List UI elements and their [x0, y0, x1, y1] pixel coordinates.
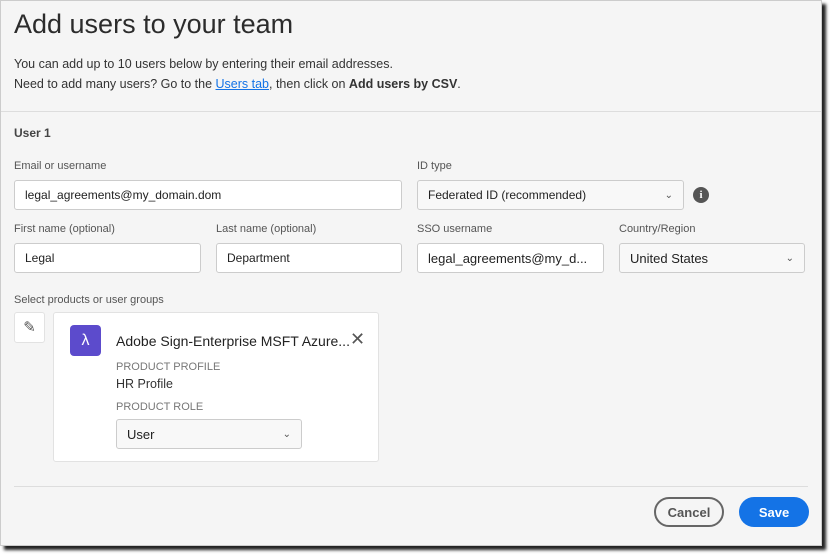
last-name-field[interactable]: Department: [216, 243, 402, 273]
products-label: Select products or user groups: [14, 294, 164, 306]
cancel-button[interactable]: Cancel: [654, 497, 724, 527]
intro-text: You can add up to 10 users below by ente…: [14, 57, 461, 91]
last-name-label: Last name (optional): [216, 223, 317, 235]
product-card: λ Adobe Sign-Enterprise MSFT Azure... ✕ …: [53, 312, 379, 462]
chevron-down-icon: ⌄: [282, 428, 291, 440]
add-users-dialog: Add users to your team You can add up to…: [0, 0, 822, 546]
user-heading: User 1: [14, 126, 51, 140]
id-type-select[interactable]: Federated ID (recommended) ⌄: [417, 180, 684, 210]
product-name: Adobe Sign-Enterprise MSFT Azure...: [116, 333, 350, 349]
close-icon[interactable]: ✕: [350, 329, 365, 350]
country-label: Country/Region: [619, 223, 696, 235]
chevron-down-icon: ⌄: [664, 189, 673, 201]
page-title: Add users to your team: [14, 9, 294, 39]
first-name-field[interactable]: Legal: [14, 243, 201, 273]
email-field[interactable]: legal_agreements@my_domain.dom: [14, 180, 402, 210]
users-tab-link[interactable]: Users tab: [216, 77, 270, 91]
chevron-down-icon: ⌄: [785, 252, 794, 264]
profile-label: PRODUCT PROFILE: [116, 361, 221, 373]
divider: [14, 486, 808, 487]
info-icon[interactable]: i: [693, 187, 709, 203]
product-role-select[interactable]: User ⌄: [116, 419, 302, 449]
divider: [1, 111, 821, 112]
country-select[interactable]: United States ⌄: [619, 243, 805, 273]
role-label: PRODUCT ROLE: [116, 401, 204, 413]
sso-username-field[interactable]: legal_agreements@my_d...: [417, 243, 604, 273]
first-name-label: First name (optional): [14, 223, 115, 235]
acrobat-icon: λ: [70, 325, 101, 356]
id-type-label: ID type: [417, 160, 452, 172]
profile-value: HR Profile: [116, 377, 173, 391]
email-label: Email or username: [14, 160, 107, 172]
edit-pencil-icon[interactable]: ✎: [14, 312, 45, 343]
sso-label: SSO username: [417, 223, 493, 235]
save-button[interactable]: Save: [739, 497, 809, 527]
